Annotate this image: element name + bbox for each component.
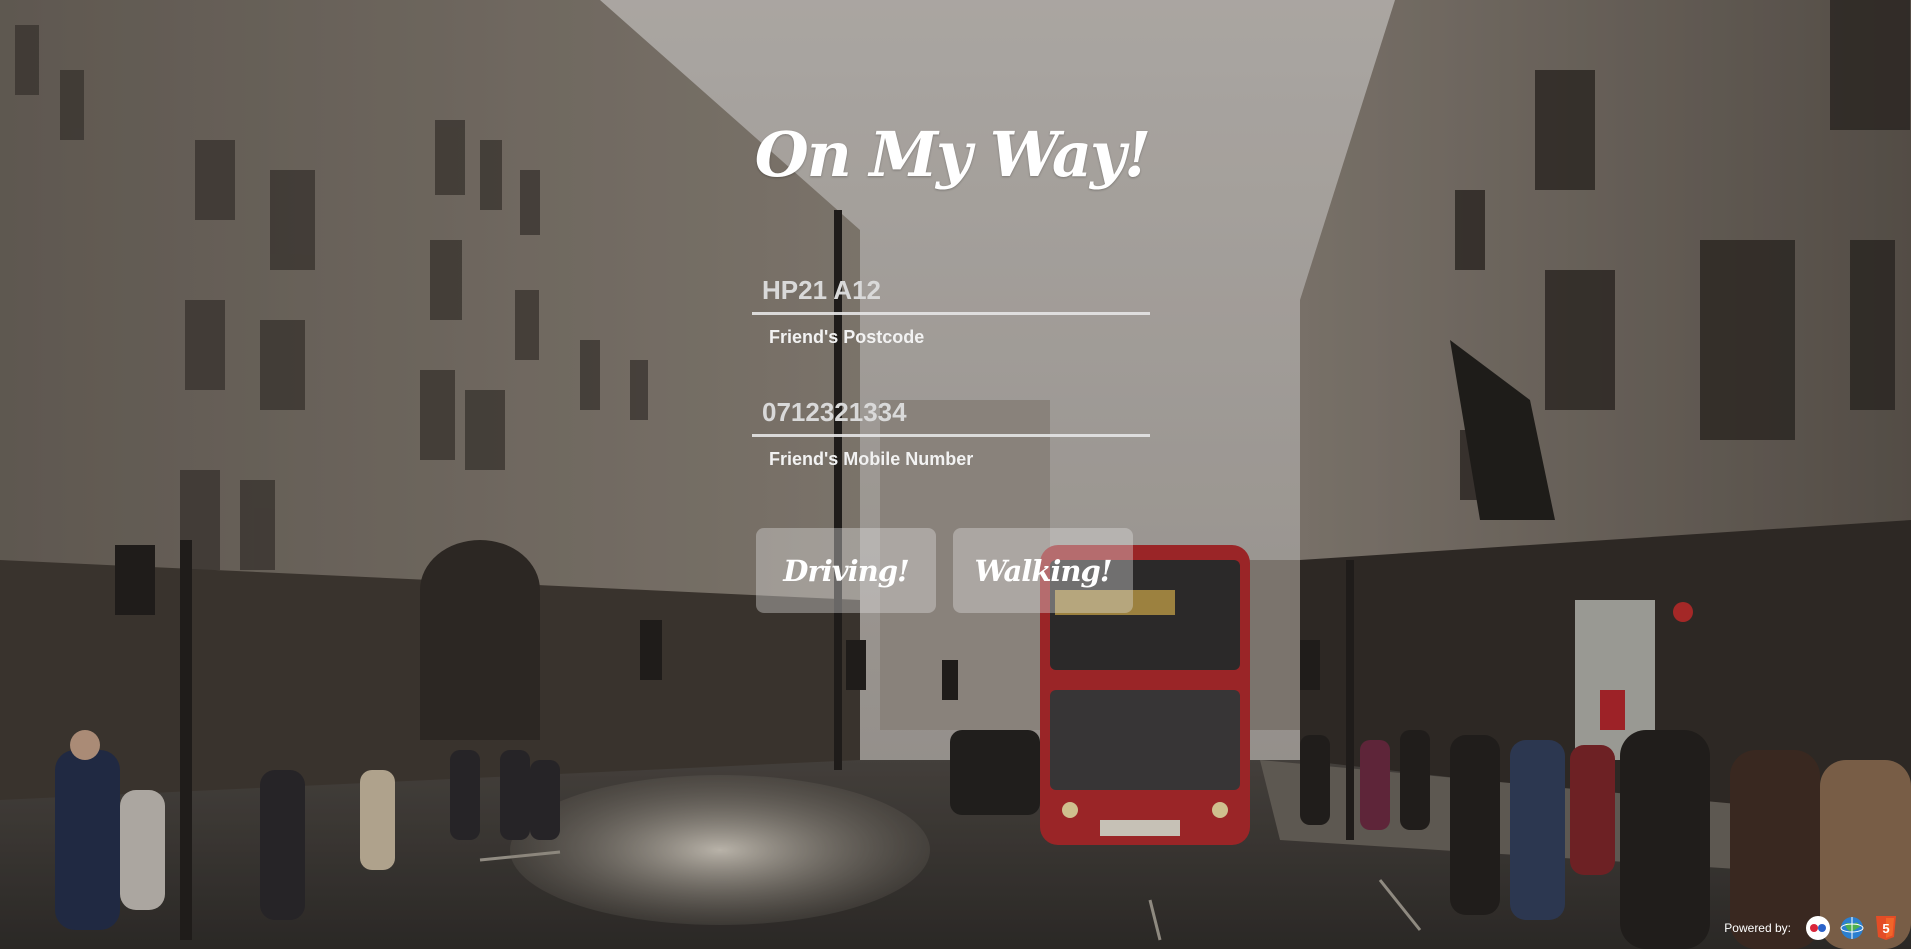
driving-button[interactable]: Driving! bbox=[756, 528, 936, 613]
api-logo-icon[interactable] bbox=[1805, 915, 1831, 941]
svg-text:5: 5 bbox=[1882, 921, 1889, 936]
footer-powered-by: Powered by: 5 bbox=[1724, 915, 1899, 941]
postcode-field-group: Friend's Postcode bbox=[752, 268, 1150, 348]
globe-icon[interactable] bbox=[1839, 915, 1865, 941]
app-screen: On My Way! Friend's Postcode Friend's Mo… bbox=[0, 0, 1911, 949]
postcode-label: Friend's Postcode bbox=[769, 327, 925, 347]
mobile-field-group: Friend's Mobile Number bbox=[752, 390, 1150, 470]
mobile-number-input[interactable] bbox=[752, 390, 1150, 437]
mobile-number-label: Friend's Mobile Number bbox=[769, 449, 974, 469]
html5-icon[interactable]: 5 bbox=[1873, 915, 1899, 941]
powered-by-label: Powered by: bbox=[1724, 921, 1791, 935]
walking-button[interactable]: Walking! bbox=[953, 528, 1133, 613]
app-title: On My Way! bbox=[754, 118, 1152, 191]
postcode-input[interactable] bbox=[752, 268, 1150, 315]
